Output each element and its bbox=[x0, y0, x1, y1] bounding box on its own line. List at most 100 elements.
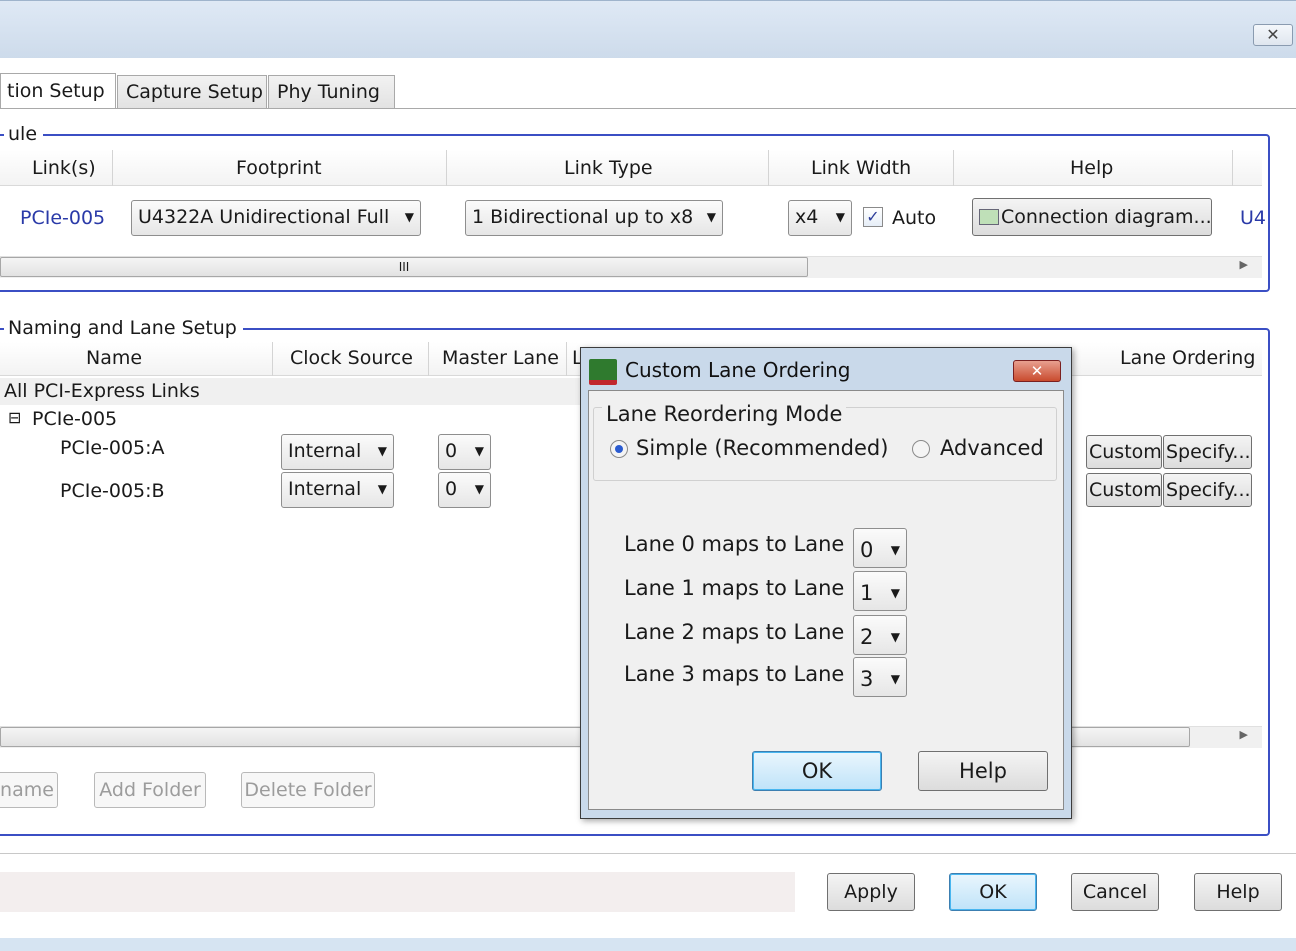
chevron-down-icon: ▼ bbox=[377, 482, 387, 496]
auto-label: Auto bbox=[892, 207, 937, 229]
chevron-down-icon: ▼ bbox=[890, 630, 900, 644]
lane-1-value: 1 bbox=[860, 581, 874, 605]
clock-source-value: Internal bbox=[288, 440, 362, 462]
footprint-value: U4322A Unidirectional Full bbox=[138, 206, 390, 228]
window-close-button[interactable]: ✕ bbox=[1253, 24, 1293, 46]
tree-link-b[interactable]: PCIe-005:B bbox=[60, 480, 165, 502]
master-lane-select-b[interactable]: 0 ▼ bbox=[438, 472, 491, 508]
col-links[interactable]: Link(s) bbox=[32, 157, 96, 179]
tab-label: Phy Tuning bbox=[277, 81, 380, 103]
column-separator bbox=[446, 150, 447, 186]
specify-button-a[interactable]: Specify... bbox=[1163, 435, 1252, 469]
column-separator bbox=[566, 342, 567, 376]
chevron-down-icon: ▼ bbox=[474, 444, 484, 458]
lane-1-mapping-select[interactable]: 1 ▼ bbox=[853, 571, 907, 611]
bottom-strip bbox=[0, 938, 1296, 951]
tree-link-a[interactable]: PCIe-005:A bbox=[60, 437, 165, 459]
chevron-down-icon: ▼ bbox=[706, 210, 716, 224]
window-titlebar bbox=[0, 0, 1296, 58]
link-type-select[interactable]: 1 Bidirectional up to x8 ▼ bbox=[465, 200, 723, 236]
link-width-select[interactable]: x4 ▼ bbox=[788, 200, 852, 236]
connection-diagram-label: Connection diagram... bbox=[1001, 206, 1212, 228]
chevron-down-icon: ▼ bbox=[404, 210, 414, 224]
master-lane-value: 0 bbox=[445, 440, 458, 462]
collapse-icon[interactable]: ⊟ bbox=[8, 408, 21, 427]
delete-folder-button[interactable]: Delete Folder bbox=[241, 772, 375, 808]
col-link-type[interactable]: Link Type bbox=[564, 157, 653, 179]
tree-folder-label[interactable]: PCIe-005 bbox=[32, 408, 117, 430]
overflow-cell: U4 bbox=[1240, 207, 1266, 229]
scroll-right-icon[interactable]: ▶ bbox=[1240, 728, 1248, 741]
dialog-help-button[interactable]: Help bbox=[918, 751, 1048, 791]
dialog-close-button[interactable]: ✕ bbox=[1013, 360, 1061, 382]
column-separator bbox=[112, 150, 113, 186]
cancel-button[interactable]: Cancel bbox=[1071, 873, 1159, 911]
tab-label: tion Setup bbox=[7, 80, 105, 102]
lane-0-mapping-label: Lane 0 maps to Lane bbox=[624, 532, 845, 556]
connection-diagram-button[interactable]: Connection diagram... bbox=[972, 198, 1212, 236]
tab-connection-setup[interactable]: tion Setup bbox=[0, 73, 116, 108]
scrollbar-thumb[interactable]: III bbox=[0, 257, 808, 277]
tab-capture-setup[interactable]: Capture Setup bbox=[117, 75, 267, 109]
naming-group-legend: Naming and Lane Setup bbox=[4, 317, 243, 339]
col-link-width[interactable]: Link Width bbox=[811, 157, 911, 179]
scroll-right-icon[interactable]: ▶ bbox=[1240, 258, 1248, 271]
diagram-icon bbox=[979, 209, 999, 225]
lane-2-mapping-select[interactable]: 2 ▼ bbox=[853, 615, 907, 655]
tree-root-label: All PCI-Express Links bbox=[4, 380, 200, 402]
chevron-down-icon: ▼ bbox=[890, 586, 900, 600]
column-separator bbox=[953, 150, 954, 186]
module-horizontal-scrollbar[interactable]: III ▶ bbox=[0, 256, 1262, 278]
custom-button-a[interactable]: Custom bbox=[1086, 435, 1162, 469]
link-type-value: 1 Bidirectional up to x8 bbox=[472, 206, 694, 228]
mode-group-legend: Lane Reordering Mode bbox=[602, 402, 847, 426]
lane-3-value: 3 bbox=[860, 667, 874, 691]
custom-button-b[interactable]: Custom bbox=[1086, 473, 1162, 507]
chevron-down-icon: ▼ bbox=[890, 672, 900, 686]
apply-button[interactable]: Apply bbox=[827, 873, 915, 911]
specify-button-b[interactable]: Specify... bbox=[1163, 473, 1252, 507]
col-footprint[interactable]: Footprint bbox=[236, 157, 322, 179]
lane-2-value: 2 bbox=[860, 625, 874, 649]
column-separator bbox=[1232, 150, 1233, 186]
clock-source-select-a[interactable]: Internal ▼ bbox=[281, 434, 394, 470]
advanced-mode-radio[interactable] bbox=[912, 440, 930, 458]
col-master-lane[interactable]: Master Lane bbox=[442, 347, 559, 369]
chevron-down-icon: ▼ bbox=[835, 210, 845, 224]
lane-3-mapping-select[interactable]: 3 ▼ bbox=[853, 657, 907, 697]
simple-mode-label[interactable]: Simple (Recommended) bbox=[636, 436, 888, 460]
lane-0-mapping-select[interactable]: 0 ▼ bbox=[853, 528, 907, 568]
footprint-select[interactable]: U4322A Unidirectional Full ▼ bbox=[131, 200, 421, 236]
custom-lane-ordering-dialog: Custom Lane Ordering ✕ Lane Reordering M… bbox=[580, 347, 1072, 819]
ok-button[interactable]: OK bbox=[949, 873, 1037, 911]
clock-source-select-b[interactable]: Internal ▼ bbox=[281, 472, 394, 508]
rename-button[interactable]: name bbox=[0, 772, 58, 808]
auto-checkbox[interactable]: ✓ bbox=[863, 207, 883, 227]
chevron-down-icon: ▼ bbox=[377, 444, 387, 458]
link-name[interactable]: PCIe-005 bbox=[20, 207, 105, 229]
col-clock-source[interactable]: Clock Source bbox=[290, 347, 413, 369]
chevron-down-icon: ▼ bbox=[890, 543, 900, 557]
simple-mode-radio[interactable] bbox=[610, 440, 628, 458]
help-button[interactable]: Help bbox=[1194, 873, 1282, 911]
dialog-title: Custom Lane Ordering bbox=[625, 358, 851, 382]
link-width-value: x4 bbox=[795, 206, 819, 228]
lane-3-mapping-label: Lane 3 maps to Lane bbox=[624, 662, 845, 686]
col-name[interactable]: Name bbox=[86, 347, 142, 369]
column-separator bbox=[272, 342, 273, 376]
master-lane-select-a[interactable]: 0 ▼ bbox=[438, 434, 491, 470]
lane-2-mapping-label: Lane 2 maps to Lane bbox=[624, 620, 845, 644]
close-icon: ✕ bbox=[1266, 25, 1280, 44]
tab-phy-tuning[interactable]: Phy Tuning bbox=[268, 75, 395, 109]
add-folder-button[interactable]: Add Folder bbox=[94, 772, 206, 808]
close-icon: ✕ bbox=[1030, 362, 1044, 380]
module-group-legend: ule bbox=[4, 123, 44, 145]
col-lane-ordering[interactable]: Lane Ordering bbox=[1120, 347, 1255, 369]
dialog-ok-button[interactable]: OK bbox=[752, 751, 882, 791]
dialog-body: Lane Reordering Mode Simple (Recommended… bbox=[588, 390, 1064, 810]
status-field bbox=[0, 872, 795, 912]
advanced-mode-label[interactable]: Advanced bbox=[940, 436, 1044, 460]
column-separator bbox=[768, 150, 769, 186]
col-help[interactable]: Help bbox=[1070, 157, 1113, 179]
clock-source-value: Internal bbox=[288, 478, 362, 500]
